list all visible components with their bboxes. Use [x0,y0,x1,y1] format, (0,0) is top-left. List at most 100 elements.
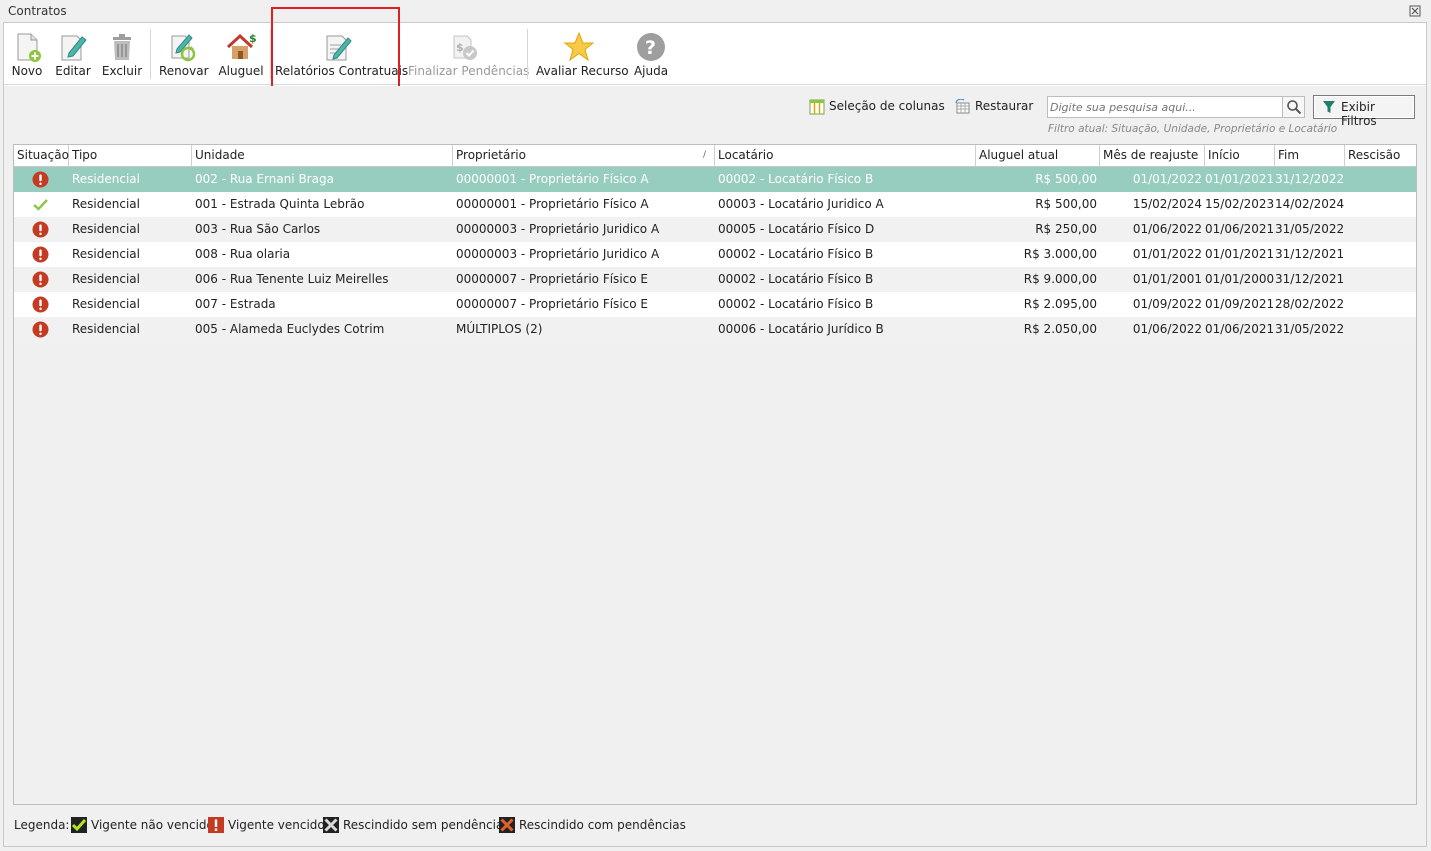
avaliar-recurso-button[interactable]: Avaliar Recurso [536,29,629,81]
legend-vigente-nao-vencido-text: Vigente não vencido [91,818,214,832]
novo-button[interactable]: Novo [8,29,46,81]
table-row[interactable]: Residencial 007 - Estrada 00000007 - Propr… [14,292,1416,317]
novo-label: Novo [11,64,43,78]
status-cell [14,317,69,342]
filter-icon [1323,101,1335,113]
svg-text:?: ? [645,37,656,59]
editar-label: Editar [55,64,91,78]
column-header-rescisao[interactable]: Rescisão [1345,145,1416,166]
renovar-button[interactable]: Renovar [159,29,209,81]
column-header-unidade[interactable]: Unidade [192,145,453,166]
table-row[interactable]: Residencial 006 - Rua Tenente Luiz Meirel… [14,267,1416,292]
window-titlebar: Contratos [0,0,1431,22]
aluguel-cell: R$ 500,00 [1035,172,1097,186]
search-input[interactable] [1050,99,1280,115]
table-row[interactable]: Residencial 002 - Rua Ernani Braga 0000000… [14,167,1416,192]
tipo-cell: Residencial [72,172,140,186]
ajuda-label: Ajuda [633,64,669,78]
tipo-cell: Residencial [72,222,140,236]
reajuste-cell: 01/01/2001 [1132,272,1202,286]
status-cell [14,167,69,192]
table-row[interactable]: Residencial 001 - Estrada Quinta Lebrão 00… [14,192,1416,217]
inicio-cell: 01/09/2021 [1205,297,1275,311]
exibir-filtros-button[interactable]: Exibir Filtros [1313,95,1415,128]
finalizar-pendencias-label: Finalizar Pendências [408,64,530,78]
exibir-filtros-label: Exibir Filtros [1341,100,1377,128]
selecao-colunas-button[interactable]: Seleção de colunas [809,98,945,116]
fim-cell: 31/05/2022 [1275,222,1345,236]
tipo-cell: Residencial [72,322,140,336]
edit-document-icon [61,35,87,61]
legend-rescindido-sem-pendencias: Rescindido sem pendências [323,816,510,836]
inicio-cell: 01/01/2021 [1205,172,1275,186]
unidade-cell: 001 - Estrada Quinta Lebrão [195,197,365,211]
grid-header: Situação Tipo Unidade Proprietário / Loc… [14,145,1416,167]
table-row[interactable]: Residencial 008 - Rua olaria 00000003 - Pr… [14,242,1416,267]
reajuste-cell: 15/02/2024 [1132,197,1202,211]
aluguel-label: Aluguel [218,64,264,78]
locatario-cell: 00005 - Locatário Físico D [718,222,875,236]
status-cell [14,242,69,267]
alert-icon [32,221,49,238]
relatorios-contratuais-button[interactable]: Relatórios Contratuais [275,29,409,81]
finalizar-pendencias-button[interactable]: $ Finalizar Pendências [408,29,530,81]
legend-rescindido-sem-text: Rescindido sem pendências [343,818,510,832]
column-header-locatario[interactable]: Locatário [715,145,976,166]
tipo-cell: Residencial [72,297,140,311]
restore-grid-icon [955,99,970,114]
help-icon: ? [637,33,665,61]
editar-button[interactable]: Editar [54,29,92,81]
excluir-button[interactable]: Excluir [101,29,143,81]
inicio-cell: 01/06/2021 [1205,322,1275,336]
close-icon[interactable] [1409,5,1421,17]
fim-cell: 31/12/2022 [1275,172,1345,186]
rescisao-cell [1345,242,1416,267]
new-document-icon [17,33,41,62]
table-row[interactable]: Residencial 003 - Rua São Carlos 00000003 … [14,217,1416,242]
content-area: Seleção de colunas Restaurar Filtro atua… [4,86,1426,846]
column-header-mes-reajuste[interactable]: Mês de reajuste [1100,145,1205,166]
column-header-inicio[interactable]: Início [1205,145,1275,166]
status-cell [14,192,69,217]
star-icon [563,31,595,62]
svg-text:$: $ [456,41,464,54]
column-header-tipo[interactable]: Tipo [69,145,192,166]
fim-cell: 31/12/2021 [1275,272,1345,286]
unidade-cell: 007 - Estrada [195,297,276,311]
column-header-fim[interactable]: Fim [1275,145,1345,166]
search-button[interactable] [1282,97,1304,117]
table-row[interactable]: Residencial 005 - Alameda Euclydes Cotrim… [14,317,1416,342]
aluguel-button[interactable]: $ Aluguel [217,29,265,81]
rescisao-cell [1345,192,1416,217]
rescisao-cell [1345,292,1416,317]
aluguel-cell: R$ 9.000,00 [1023,272,1097,286]
svg-text:$: $ [249,32,257,45]
restaurar-label: Restaurar [975,99,1034,113]
column-header-situacao[interactable]: Situação [14,145,69,166]
aluguel-cell: R$ 250,00 [1035,222,1097,236]
toolbar: Novo Editar Excluir Renovar $ Aluguel Re… [4,23,1426,85]
alert-icon [32,246,49,263]
fim-cell: 31/05/2022 [1275,322,1345,336]
unidade-cell: 003 - Rua São Carlos [195,222,321,236]
unidade-cell: 005 - Alameda Euclydes Cotrim [195,322,385,336]
tipo-cell: Residencial [72,272,140,286]
locatario-cell: 00006 - Locatário Jurídico B [718,322,884,336]
rescisao-cell [1345,317,1416,342]
relatorios-contratuais-label: Relatórios Contratuais [275,64,409,78]
ajuda-button[interactable]: ? Ajuda [632,29,670,81]
inicio-cell: 01/01/2021 [1205,247,1275,261]
toolbar-separator [270,29,271,79]
house-dollar-icon: $ [226,32,257,59]
legend-vigente-vencido: Vigente vencido [208,816,328,836]
column-header-proprietario[interactable]: Proprietário / [453,145,715,166]
unidade-cell: 006 - Rua Tenente Luiz Meirelles [195,272,389,286]
sort-indicator-icon: / [702,150,706,160]
locatario-cell: 00003 - Locatário Juridico A [718,197,884,211]
restaurar-button[interactable]: Restaurar [955,98,1035,116]
alert-icon [32,296,49,313]
locatario-cell: 00002 - Locatário Físico B [718,172,874,186]
column-header-aluguel-atual[interactable]: Aluguel atual [976,145,1100,166]
reajuste-cell: 01/01/2022 [1132,172,1202,186]
inicio-cell: 15/02/2023 [1205,197,1275,211]
